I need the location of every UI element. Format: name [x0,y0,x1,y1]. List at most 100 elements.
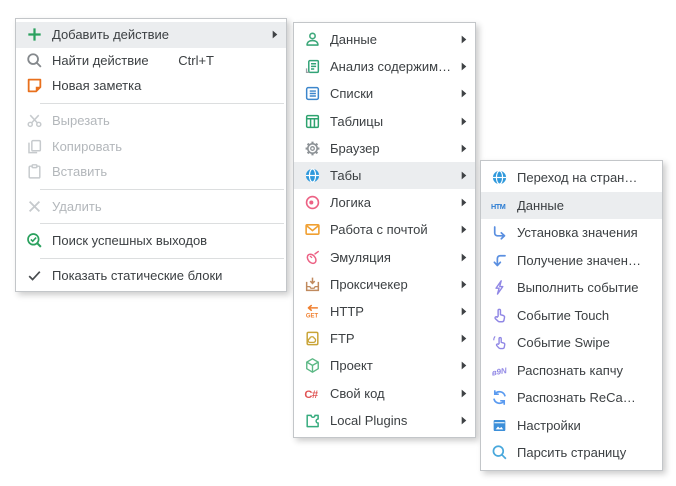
menu-item: Удалить [16,194,286,220]
submenu-arrow-icon [455,117,467,126]
menu-item[interactable]: Данные [294,26,475,53]
swipe-hand-icon [491,334,508,351]
menu-item[interactable]: Эмуляция [294,244,475,271]
menu-item[interactable]: Установка значения [481,219,662,247]
submenu-arrow-icon [455,89,467,98]
menu-item-label: Получение значения [517,253,642,268]
page-search-icon [491,444,508,461]
captcha-icon: в9N [491,362,508,379]
set-value-arrow-icon [491,224,508,241]
person-icon [304,31,321,48]
menu-item[interactable]: FTP [294,325,475,352]
menu-item-label: Проксичекер [330,277,455,292]
globe-icon [491,169,508,186]
table-icon [304,113,321,130]
menu-item[interactable]: Добавить действие [16,22,286,48]
context-menu: Добавить действиеНайти действиеCtrl+T Нов… [15,18,287,292]
menu-item[interactable]: Переход на страницу [481,164,662,192]
menu-separator [40,258,284,259]
menu-item[interactable]: Новая заметка [16,73,286,99]
menu-item-label: Данные [517,198,642,213]
menu-item[interactable]: C# Свой код [294,379,475,406]
menu-item[interactable]: Работа с почтой [294,216,475,243]
copy-icon [26,138,43,155]
submenu-arrow-icon [455,389,467,398]
menu-item-label: Распознать ReCaptcha [517,390,642,405]
menu-item-label: Поиск успешных выходов [52,233,278,248]
logic-circle-icon [304,194,321,211]
add-action-submenu: ДанныеАнализ содержимого Списки Таблицы Бра… [293,22,476,438]
csharp-icon: C# [304,385,321,402]
menu-item-label: Свой код [330,386,455,401]
menu-item[interactable]: Настройки [481,412,662,440]
menu-item[interactable]: в9NРаспознать капчу [481,357,662,385]
menu-separator [40,103,284,104]
plus-icon [26,26,43,43]
menu-item-label: Эмуляция [330,250,455,265]
list-icon [304,85,321,102]
search-icon [26,52,43,69]
submenu-arrow-icon [455,416,467,425]
submenu-arrow-icon [455,35,467,44]
menu-item-label: Браузер [330,141,455,156]
menu-item[interactable]: Получение значения [481,247,662,275]
recaptcha-refresh-icon [491,389,508,406]
menu-item[interactable]: GETHTTP [294,298,475,325]
menu-item-label: Local Plugins [330,413,455,428]
menu-item[interactable]: Показать статические блоки [16,263,286,289]
menu-item[interactable]: Табы [294,162,475,189]
menu-item[interactable]: Проект [294,352,475,379]
content-analysis-icon [304,58,321,75]
scissors-icon [26,112,43,129]
submenu-arrow-icon [266,30,278,39]
lightning-icon [491,279,508,296]
menu-item-label: FTP [330,331,455,346]
menu-item[interactable]: Распознать ReCaptcha [481,384,662,412]
menu-item-label: Вырезать [52,113,278,128]
ftp-cloud-icon [304,330,321,347]
proxy-inbox-icon [304,276,321,293]
menu-item[interactable]: Найти действиеCtrl+T [16,48,286,74]
svg-text:HTM: HTM [491,202,506,211]
menu-item-label: Показать статические блоки [52,268,278,283]
menu-item[interactable]: Списки [294,80,475,107]
submenu-arrow-icon [455,307,467,316]
menu-item[interactable]: Браузер [294,135,475,162]
puzzle-icon [304,412,321,429]
shortcut-label: Ctrl+T [178,53,214,68]
menu-item-label: Событие Swipe [517,335,642,350]
search-check-icon [26,232,43,249]
svg-text:в9N: в9N [491,366,508,378]
menu-item-label: Таблицы [330,114,455,129]
settings-window-icon [491,417,508,434]
menu-item[interactable]: Local Plugins [294,407,475,434]
menu-item-label: Логика [330,195,455,210]
submenu-arrow-icon [455,62,467,71]
menu-item[interactable]: HTM Данные [481,192,662,220]
menu-item-label: Переход на страницу [517,170,642,185]
menu-item[interactable]: Парсить страницу [481,439,662,467]
checkmark-icon [26,267,43,284]
menu-item-label: Событие Touch [517,308,642,323]
htm-icon: HTM [491,197,508,214]
menu-item-label: Удалить [52,199,278,214]
menu-item[interactable]: Таблицы [294,108,475,135]
menu-item-label: Табы [330,168,455,183]
menu-item[interactable]: Выполнить событие [481,274,662,302]
menu-item[interactable]: Событие Swipe [481,329,662,357]
menu-item[interactable]: Анализ содержимого [294,53,475,80]
menu-item[interactable]: Проксичекер [294,271,475,298]
submenu-arrow-icon [455,198,467,207]
menu-item-label: Новая заметка [52,78,278,93]
menu-item[interactable]: Событие Touch [481,302,662,330]
menu-item-label: Парсить страницу [517,445,642,460]
cube-icon [304,357,321,374]
menu-item-label: Выполнить событие [517,280,642,295]
globe-icon [304,167,321,184]
menu-separator [40,223,284,224]
menu-item-label: Вставить [52,164,278,179]
menu-item-label: Списки [330,86,455,101]
menu-item-label: Копировать [52,139,278,154]
menu-item[interactable]: Поиск успешных выходов [16,228,286,254]
menu-item[interactable]: Логика [294,189,475,216]
